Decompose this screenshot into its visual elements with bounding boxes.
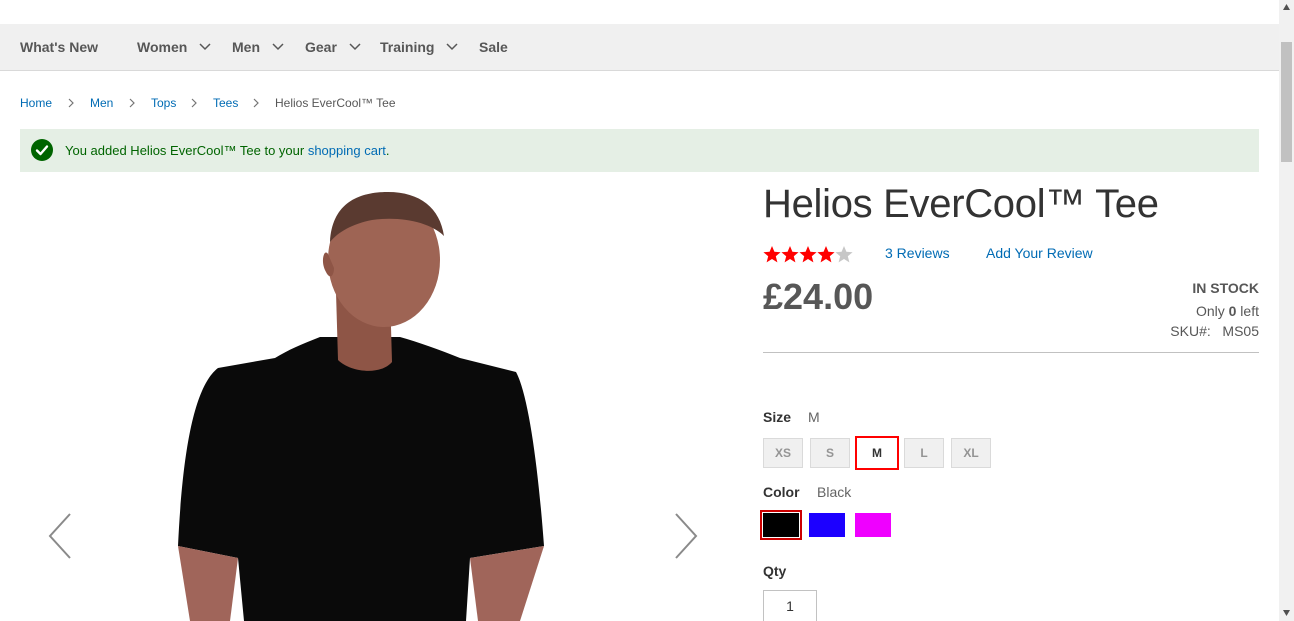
qty-input[interactable]: 1 (763, 590, 817, 621)
scroll-down-arrow-icon[interactable] (1282, 609, 1291, 617)
sku-label: SKU#: (1170, 323, 1211, 339)
product-gallery (20, 172, 740, 621)
divider (763, 352, 1259, 353)
nav-item-label: Women (137, 39, 188, 55)
nav-item-label: What's New (20, 39, 99, 55)
color-label: Color (763, 484, 800, 500)
size-swatch-l[interactable]: L (904, 438, 944, 468)
checkmark-icon (31, 139, 53, 161)
size-swatch-xl[interactable]: XL (951, 438, 991, 468)
nav-item-label: Gear (305, 39, 337, 55)
chevron-down-icon (272, 43, 284, 50)
chevron-right-icon (68, 98, 74, 108)
color-swatch-black[interactable] (760, 510, 802, 540)
stock-status: IN STOCK (1192, 280, 1259, 296)
product-price: £24.00 (763, 276, 874, 317)
only-left-prefix: Only (1195, 303, 1229, 319)
reviews-link[interactable]: 3 Reviews (885, 245, 950, 261)
breadcrumb-home[interactable]: Home (20, 96, 52, 110)
nav-item-label: Training (380, 39, 435, 55)
stock-quantity: Only 0 left (1196, 303, 1259, 319)
nav-item-women[interactable]: Women (137, 24, 211, 71)
size-swatch-s[interactable]: S (810, 438, 850, 468)
scrollbar-thumb[interactable] (1281, 42, 1292, 162)
product-rating (763, 244, 855, 264)
chevron-down-icon (199, 43, 211, 50)
size-swatch-m[interactable]: M (855, 436, 899, 470)
success-message-text: You added Helios EverCool™ Tee to your s… (65, 143, 390, 158)
qty-label: Qty (763, 563, 787, 579)
nav-item-sale[interactable]: Sale (479, 24, 508, 71)
breadcrumb-tees[interactable]: Tees (213, 96, 238, 110)
message-text-before: You added Helios EverCool™ Tee to your (65, 143, 308, 158)
sku-value: MS05 (1222, 323, 1259, 339)
add-review-link[interactable]: Add Your Review (986, 245, 1093, 261)
breadcrumb-current: Helios EverCool™ Tee (275, 96, 396, 110)
color-selected-value: Black (817, 484, 852, 500)
nav-item-whats-new[interactable]: What's New (20, 24, 98, 71)
color-swatch-blue[interactable] (809, 513, 845, 537)
size-selected-value: M (808, 409, 820, 425)
shopping-cart-link[interactable]: shopping cart (308, 143, 386, 158)
size-swatch-xs[interactable]: XS (763, 438, 803, 468)
chevron-right-icon (129, 98, 135, 108)
product-title: Helios EverCool™ Tee (763, 182, 1159, 226)
chevron-left-icon[interactable] (46, 512, 76, 560)
chevron-down-icon (446, 43, 458, 50)
nav-item-label: Sale (479, 39, 508, 55)
only-left-suffix: left (1236, 303, 1259, 319)
product-sku: SKU#: MS05 (1170, 323, 1259, 339)
nav-item-men[interactable]: Men (232, 24, 284, 71)
product-image (178, 192, 544, 621)
breadcrumb-men[interactable]: Men (90, 96, 113, 110)
chevron-right-icon (253, 98, 259, 108)
chevron-right-icon (191, 98, 197, 108)
color-swatch-purple[interactable] (855, 513, 891, 537)
scrollbar[interactable] (1279, 0, 1294, 621)
size-label: Size (763, 409, 792, 425)
chevron-down-icon (349, 43, 361, 50)
message-text-after: . (385, 143, 390, 158)
top-header-bar (0, 0, 1279, 24)
nav-item-label: Men (232, 39, 260, 55)
chevron-right-icon[interactable] (670, 512, 700, 560)
success-message: You added Helios EverCool™ Tee to your s… (20, 129, 1259, 172)
scroll-up-arrow-icon[interactable] (1282, 3, 1291, 11)
nav-item-training[interactable]: Training (380, 24, 458, 71)
main-navigation: What's New Women Men Gear Training Sale (0, 24, 1279, 71)
breadcrumb-tops[interactable]: Tops (151, 96, 176, 110)
nav-item-gear[interactable]: Gear (305, 24, 361, 71)
star-rating-icon (763, 246, 853, 263)
